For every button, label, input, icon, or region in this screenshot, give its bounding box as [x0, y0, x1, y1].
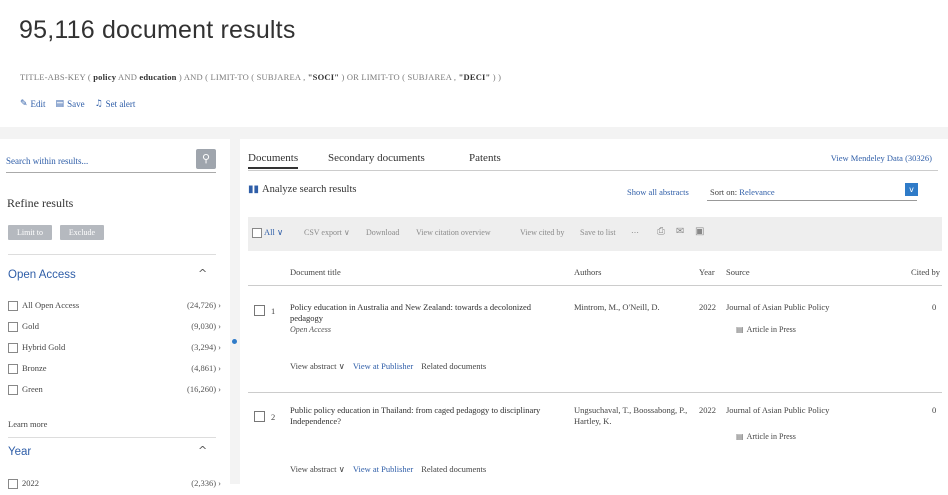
document-icon: ▤ [736, 325, 744, 334]
checkbox[interactable] [8, 364, 18, 374]
col-document-title[interactable]: Document title [290, 267, 341, 277]
row-links: View abstract ∨ View at Publisher Relate… [290, 361, 486, 372]
tab-patents[interactable]: Patents [469, 152, 501, 164]
cited-by-count[interactable]: 0 [932, 405, 936, 415]
checkbox[interactable] [8, 343, 18, 353]
save-icon: ▤ [55, 99, 65, 109]
select-all-checkbox[interactable] [252, 228, 262, 238]
panel-gap [230, 139, 240, 484]
article-in-press: ▤ Article in Press [736, 325, 796, 334]
authors[interactable]: Ungsuchaval, T., Boossabong, P., Hartley… [574, 405, 694, 427]
facet-hybrid-gold[interactable]: Hybrid Gold (3,294) › [8, 341, 223, 359]
checkbox[interactable] [8, 479, 18, 489]
email-icon[interactable]: ✉ [676, 226, 684, 237]
tab-underline [248, 170, 938, 171]
view-at-publisher-link[interactable]: View at Publisher [353, 464, 413, 475]
show-all-abstracts-link[interactable]: Show all abstracts [627, 187, 689, 197]
related-documents-link[interactable]: Related documents [421, 361, 486, 372]
bar-chart-icon: ▮▮ [248, 184, 260, 195]
view-abstract-toggle[interactable]: View abstract ∨ [290, 464, 345, 475]
document-icon: ▤ [736, 432, 744, 441]
facet-gold[interactable]: Gold (9,030) › [8, 320, 223, 338]
facet-all-open-access[interactable]: All Open Access (24,726) › [8, 299, 223, 317]
bell-icon: ♫ [94, 99, 103, 109]
more-options-button[interactable]: ⋯ [631, 228, 639, 237]
row-number: 1 [271, 306, 276, 316]
view-cited-by-button[interactable]: View cited by [520, 228, 564, 237]
set-alert-button[interactable]: ♫ Set alert [95, 99, 136, 109]
facet-bronze[interactable]: Bronze (4,861) › [8, 362, 223, 380]
search-icon[interactable]: ⚲ [196, 149, 216, 169]
download-button[interactable]: Download [366, 228, 399, 237]
document-title-link[interactable]: Public policy education in Thailand: fro… [290, 405, 550, 427]
view-citation-overview-button[interactable]: View citation overview [416, 228, 491, 237]
exclude-button[interactable]: Exclude [60, 225, 104, 240]
source-link[interactable]: Journal of Asian Public Policy [726, 302, 829, 312]
divider [8, 437, 216, 438]
tab-secondary-documents[interactable]: Secondary documents [328, 152, 425, 164]
col-year[interactable]: Year [699, 267, 715, 277]
save-button[interactable]: ▤ Save [56, 99, 85, 109]
open-access-label: Open Access [290, 325, 331, 334]
related-documents-link[interactable]: Related documents [421, 464, 486, 475]
limit-to-button[interactable]: Limit to [8, 225, 52, 240]
analyze-search-results-link[interactable]: ▮▮ Analyze search results [248, 184, 356, 195]
refine-sidebar: Search within results... ⚲ Refine result… [0, 139, 230, 489]
chevron-up-icon[interactable]: ^ [198, 444, 207, 457]
select-all-dropdown[interactable]: All ∨ [264, 227, 283, 238]
search-within-input[interactable]: Search within results... ⚲ [6, 149, 216, 173]
cited-by-count[interactable]: 0 [932, 302, 936, 312]
open-access-heading[interactable]: Open Access [8, 269, 76, 281]
authors[interactable]: Mintrom, M., O'Neill, D. [574, 302, 694, 313]
tab-documents[interactable]: Documents [248, 152, 299, 169]
row-divider [248, 392, 942, 393]
checkbox[interactable] [8, 322, 18, 332]
chevron-up-icon[interactable]: ^ [198, 267, 207, 280]
refine-title: Refine results [7, 196, 74, 210]
sort-on: Sort on: Relevance [710, 187, 775, 197]
save-to-list-button[interactable]: Save to list [580, 228, 616, 237]
view-at-publisher-link[interactable]: View at Publisher [353, 361, 413, 372]
query-actions: ✎ Edit ▤ Save ♫ Set alert [20, 99, 135, 109]
col-authors[interactable]: Authors [574, 267, 601, 277]
bibliography-icon[interactable]: ▣ [695, 226, 704, 237]
learn-more-link[interactable]: Learn more [8, 419, 47, 429]
facet-green[interactable]: Green (16,260) › [8, 383, 223, 401]
facet-year-2022[interactable]: 2022 (2,336) › [8, 477, 223, 495]
col-cited-by[interactable]: Cited by [911, 267, 940, 277]
edit-button[interactable]: ✎ Edit [20, 99, 46, 109]
col-source[interactable]: Source [726, 267, 750, 277]
section-separator [0, 127, 948, 139]
view-abstract-toggle[interactable]: View abstract ∨ [290, 361, 345, 372]
row-checkbox[interactable] [254, 411, 265, 422]
row-checkbox[interactable] [254, 305, 265, 316]
checkbox[interactable] [8, 301, 18, 311]
results-toolbar: All ∨ CSV export ∨ Download View citatio… [248, 217, 942, 251]
page-title: 95,116 document results [19, 16, 296, 44]
row-links: View abstract ∨ View at Publisher Relate… [290, 464, 486, 475]
view-mendeley-data-link[interactable]: View Mendeley Data (30326) [831, 153, 932, 163]
row-number: 2 [271, 412, 276, 422]
divider [8, 254, 216, 255]
collapse-handle[interactable] [232, 339, 237, 344]
source-link[interactable]: Journal of Asian Public Policy [726, 405, 829, 415]
chevron-down-icon[interactable]: v [905, 183, 918, 196]
year: 2022 [699, 302, 716, 312]
year-heading[interactable]: Year [8, 446, 31, 458]
header-divider [248, 285, 942, 286]
year: 2022 [699, 405, 716, 415]
csv-export-button[interactable]: CSV export ∨ [304, 228, 350, 237]
article-in-press: ▤ Article in Press [736, 432, 796, 441]
search-query: TITLE-ABS-KEY ( policy AND education ) A… [20, 72, 502, 82]
document-title-link[interactable]: Policy education in Australia and New Ze… [290, 302, 550, 324]
pencil-icon: ✎ [20, 99, 28, 109]
results-panel: Documents Secondary documents Patents Vi… [240, 139, 948, 484]
checkbox[interactable] [8, 385, 18, 395]
print-icon[interactable]: ⎙ [657, 226, 665, 237]
